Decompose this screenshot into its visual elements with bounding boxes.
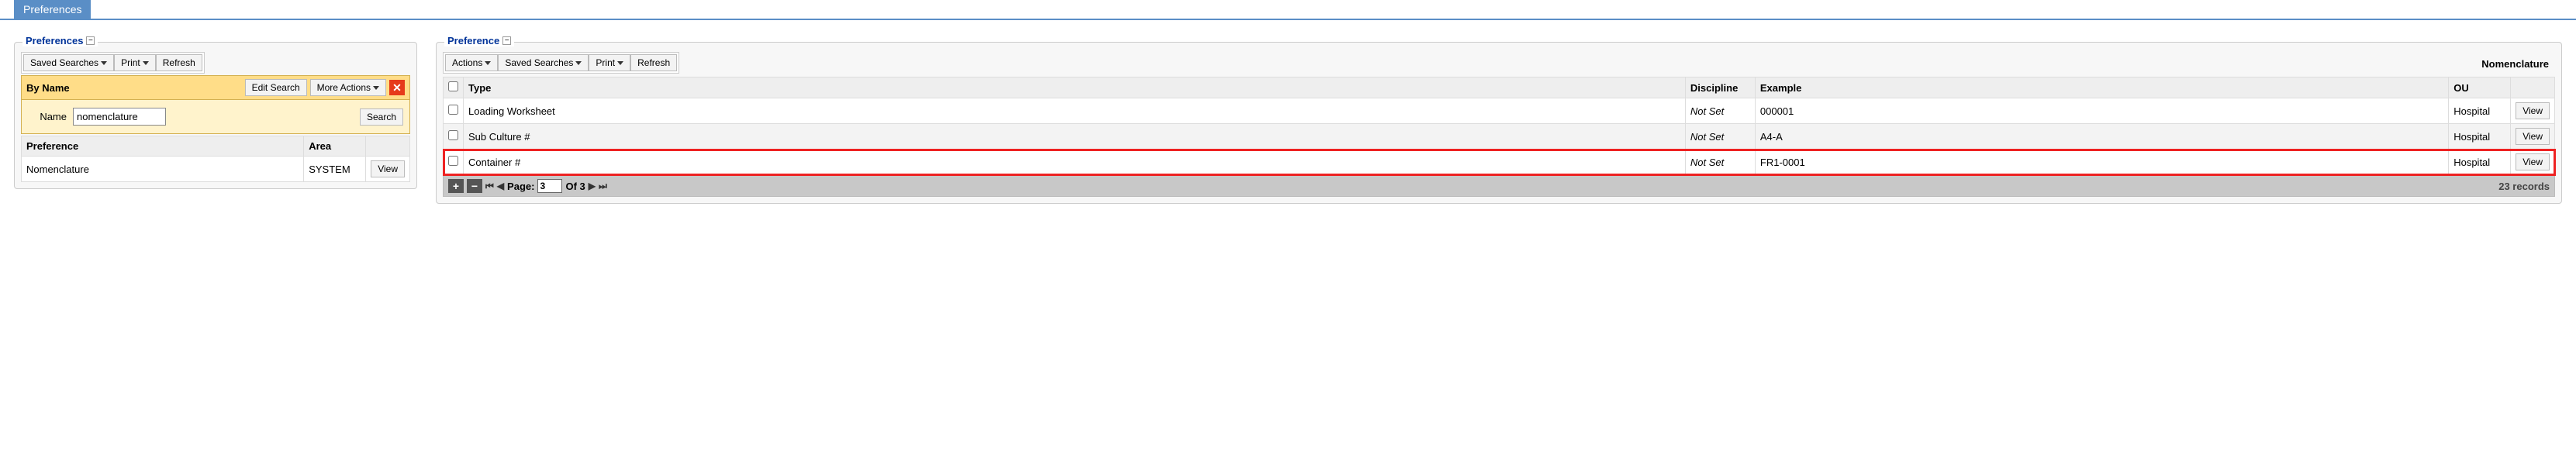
search-title: By Name: [26, 82, 242, 94]
more-actions-button[interactable]: More Actions: [310, 79, 386, 96]
collapse-icon[interactable]: −: [86, 36, 95, 45]
cell-preference: Nomenclature: [22, 157, 304, 182]
print-label: Print: [596, 57, 615, 68]
cell-example: A4-A: [1755, 124, 2448, 150]
chevron-down-icon: [485, 61, 491, 65]
col-discipline[interactable]: Discipline: [1685, 77, 1755, 98]
view-button[interactable]: View: [2516, 128, 2550, 145]
page-label: Page:: [507, 181, 534, 192]
preference-legend-text: Preference: [447, 35, 499, 46]
table-row[interactable]: Nomenclature SYSTEM View: [22, 157, 410, 182]
search-header: By Name Edit Search More Actions ✕: [21, 75, 410, 100]
col-select-all[interactable]: [444, 77, 464, 98]
context-label: Nomenclature: [2481, 58, 2555, 70]
preferences-legend-text: Preferences: [26, 35, 83, 46]
right-toolbar: Actions Saved Searches Print Refresh: [443, 52, 679, 74]
pager: + − ⏮ ◀ Page: Of 3 ▶ ⏭ 23 records: [443, 175, 2555, 197]
cell-type: Sub Culture #: [464, 124, 1686, 150]
col-preference[interactable]: Preference: [22, 136, 304, 157]
chevron-down-icon: [373, 86, 379, 90]
saved-searches-button[interactable]: Saved Searches: [498, 54, 589, 71]
of-label: Of 3: [565, 181, 585, 192]
page-input[interactable]: [537, 179, 562, 193]
records-count: 23 records: [2498, 181, 2550, 192]
cell-example: FR1-0001: [1755, 150, 2448, 175]
print-label: Print: [121, 57, 140, 68]
view-button[interactable]: View: [371, 160, 405, 177]
preference-legend: Preference −: [444, 35, 514, 46]
expand-icon[interactable]: +: [448, 179, 464, 193]
name-input[interactable]: [73, 108, 166, 126]
actions-label: Actions: [452, 57, 482, 68]
last-page-icon[interactable]: ⏭: [599, 181, 607, 192]
first-page-icon[interactable]: ⏮: [485, 181, 494, 192]
col-ou[interactable]: OU: [2449, 77, 2511, 98]
col-area[interactable]: Area: [304, 136, 366, 157]
print-button[interactable]: Print: [589, 54, 630, 71]
view-button[interactable]: View: [2516, 102, 2550, 119]
preferences-panel: Preferences − Saved Searches Print Refre…: [14, 42, 417, 189]
left-table: Preference Area Nomenclature SYSTEM View: [21, 136, 410, 182]
search-body: Name Search: [21, 100, 410, 134]
saved-searches-label: Saved Searches: [30, 57, 98, 68]
cell-discipline: Not Set: [1685, 150, 1755, 175]
cell-example: 000001: [1755, 98, 2448, 124]
close-icon[interactable]: ✕: [389, 80, 405, 95]
collapse-icon[interactable]: −: [467, 179, 482, 193]
col-action: [2511, 77, 2555, 98]
cell-type: Loading Worksheet: [464, 98, 1686, 124]
preferences-legend: Preferences −: [22, 35, 98, 46]
cell-ou: Hospital: [2449, 98, 2511, 124]
view-button[interactable]: View: [2516, 153, 2550, 170]
cell-area: SYSTEM: [304, 157, 366, 182]
chevron-down-icon: [575, 61, 582, 65]
tab-preferences[interactable]: Preferences: [14, 0, 91, 19]
right-table: Type Discipline Example OU Loading Works…: [443, 77, 2555, 175]
print-button[interactable]: Print: [114, 54, 156, 71]
next-page-icon[interactable]: ▶: [589, 181, 596, 191]
preference-panel: Preference − Actions Saved Searches Prin…: [436, 42, 2562, 204]
more-actions-label: More Actions: [317, 82, 371, 93]
col-example[interactable]: Example: [1755, 77, 2448, 98]
left-toolbar: Saved Searches Print Refresh: [21, 52, 205, 74]
chevron-down-icon: [143, 61, 149, 65]
saved-searches-label: Saved Searches: [505, 57, 573, 68]
row-checkbox[interactable]: [448, 130, 458, 140]
name-label: Name: [28, 111, 67, 122]
cell-type: Container #: [464, 150, 1686, 175]
cell-ou: Hospital: [2449, 124, 2511, 150]
right-toolbar-wrap: Actions Saved Searches Print Refresh Nom…: [443, 52, 2555, 75]
col-action: [366, 136, 410, 157]
collapse-icon[interactable]: −: [502, 36, 511, 45]
col-type[interactable]: Type: [464, 77, 1686, 98]
table-row[interactable]: Sub Culture #Not SetA4-AHospital View: [444, 124, 2555, 150]
cell-discipline: Not Set: [1685, 124, 1755, 150]
edit-search-button[interactable]: Edit Search: [245, 79, 307, 96]
select-all-checkbox[interactable]: [448, 81, 458, 91]
search-button[interactable]: Search: [360, 108, 403, 126]
prev-page-icon[interactable]: ◀: [497, 181, 504, 191]
chevron-down-icon: [101, 61, 107, 65]
table-row[interactable]: Loading WorksheetNot Set000001Hospital Vi…: [444, 98, 2555, 124]
saved-searches-button[interactable]: Saved Searches: [23, 54, 114, 71]
refresh-button[interactable]: Refresh: [630, 54, 677, 71]
chevron-down-icon: [617, 61, 623, 65]
refresh-button[interactable]: Refresh: [156, 54, 202, 71]
cell-discipline: Not Set: [1685, 98, 1755, 124]
table-row[interactable]: Container #Not SetFR1-0001Hospital View: [444, 150, 2555, 175]
cell-ou: Hospital: [2449, 150, 2511, 175]
row-checkbox[interactable]: [448, 156, 458, 166]
actions-button[interactable]: Actions: [445, 54, 498, 71]
row-checkbox[interactable]: [448, 105, 458, 115]
